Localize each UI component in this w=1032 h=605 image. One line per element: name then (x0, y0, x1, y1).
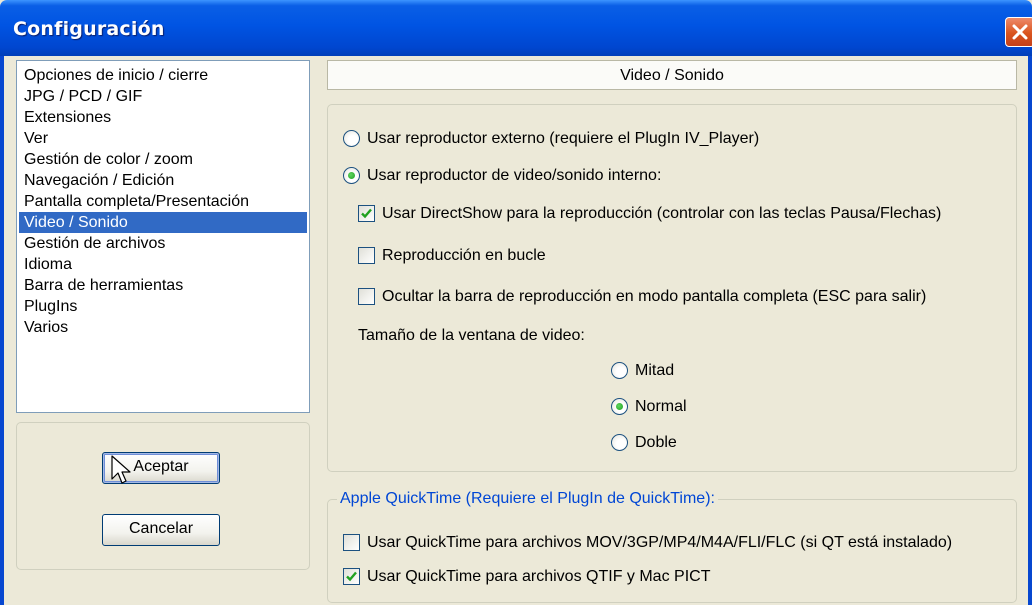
category-list[interactable]: Opciones de inicio / cierre JPG / PCD / … (16, 60, 310, 413)
category-item-idioma[interactable]: Idioma (19, 254, 307, 275)
category-item-color-zoom[interactable]: Gestión de color / zoom (19, 149, 307, 170)
size-normal-label: Normal (635, 398, 687, 415)
radio-button-selected[interactable] (343, 167, 360, 184)
window-frame-left (0, 56, 4, 605)
size-half-label: Mitad (635, 362, 675, 379)
radio-button[interactable] (611, 434, 628, 451)
radio-button[interactable] (611, 362, 628, 379)
page-title: Video / Sonido (327, 60, 1017, 90)
category-item-barra-herramientas[interactable]: Barra de herramientas (19, 275, 307, 296)
checkbox[interactable] (358, 247, 375, 264)
window-size-label: Tamaño de la ventana de video: (358, 327, 585, 344)
external-player-label: Usar reproductor externo (requiere el Pl… (367, 130, 760, 147)
category-item-pantalla-completa[interactable]: Pantalla completa/Presentación (19, 191, 307, 212)
category-item-inicio-cierre[interactable]: Opciones de inicio / cierre (19, 65, 307, 86)
radio-button-selected[interactable] (611, 398, 628, 415)
accept-button-label: Aceptar (133, 458, 189, 475)
mouse-cursor-icon (111, 455, 131, 484)
close-icon (1012, 24, 1028, 40)
checkmark-icon (361, 208, 372, 219)
checkbox[interactable] (358, 205, 375, 222)
category-item-navegacion[interactable]: Navegación / Edición (19, 170, 307, 191)
close-button[interactable] (1005, 17, 1032, 47)
radio-dot-icon (348, 172, 355, 179)
category-item-jpg-pcd-gif[interactable]: JPG / PCD / GIF (19, 86, 307, 107)
checkbox[interactable] (343, 534, 360, 551)
hide-bar-label: Ocultar la barra de reproducción en modo… (382, 288, 927, 305)
category-item-gestion-archivos[interactable]: Gestión de archivos (19, 233, 307, 254)
title-bar[interactable]: Configuración (0, 0, 1032, 56)
category-item-extensiones[interactable]: Extensiones (19, 107, 307, 128)
internal-player-label: Usar reproductor de video/sonido interno… (367, 167, 662, 184)
radio-button[interactable] (343, 130, 360, 147)
category-item-plugins[interactable]: PlugIns (19, 296, 307, 317)
cancel-button-label: Cancelar (128, 520, 194, 537)
category-item-varios[interactable]: Varios (19, 317, 307, 338)
quicktime-group-legend: Apple QuickTime (Requiere el PlugIn de Q… (337, 489, 718, 509)
category-item-ver[interactable]: Ver (19, 128, 307, 149)
quicktime-qtif-label: Usar QuickTime para archivos QTIF y Mac … (367, 568, 711, 585)
checkbox[interactable] (358, 288, 375, 305)
radio-dot-icon (616, 403, 623, 410)
window-title: Configuración (13, 18, 165, 40)
checkbox[interactable] (343, 568, 360, 585)
cancel-button[interactable]: Cancelar (102, 514, 220, 546)
buttons-group (16, 422, 310, 570)
checkmark-icon (346, 571, 357, 582)
category-item-video-sonido[interactable]: Video / Sonido (19, 212, 307, 233)
size-double-label: Doble (635, 434, 677, 451)
window-frame-right (1028, 56, 1032, 605)
directshow-label: Usar DirectShow para la reproducción (co… (382, 205, 942, 222)
loop-label: Reproducción en bucle (382, 247, 546, 264)
quicktime-mov-label: Usar QuickTime para archivos MOV/3GP/MP4… (367, 534, 953, 551)
